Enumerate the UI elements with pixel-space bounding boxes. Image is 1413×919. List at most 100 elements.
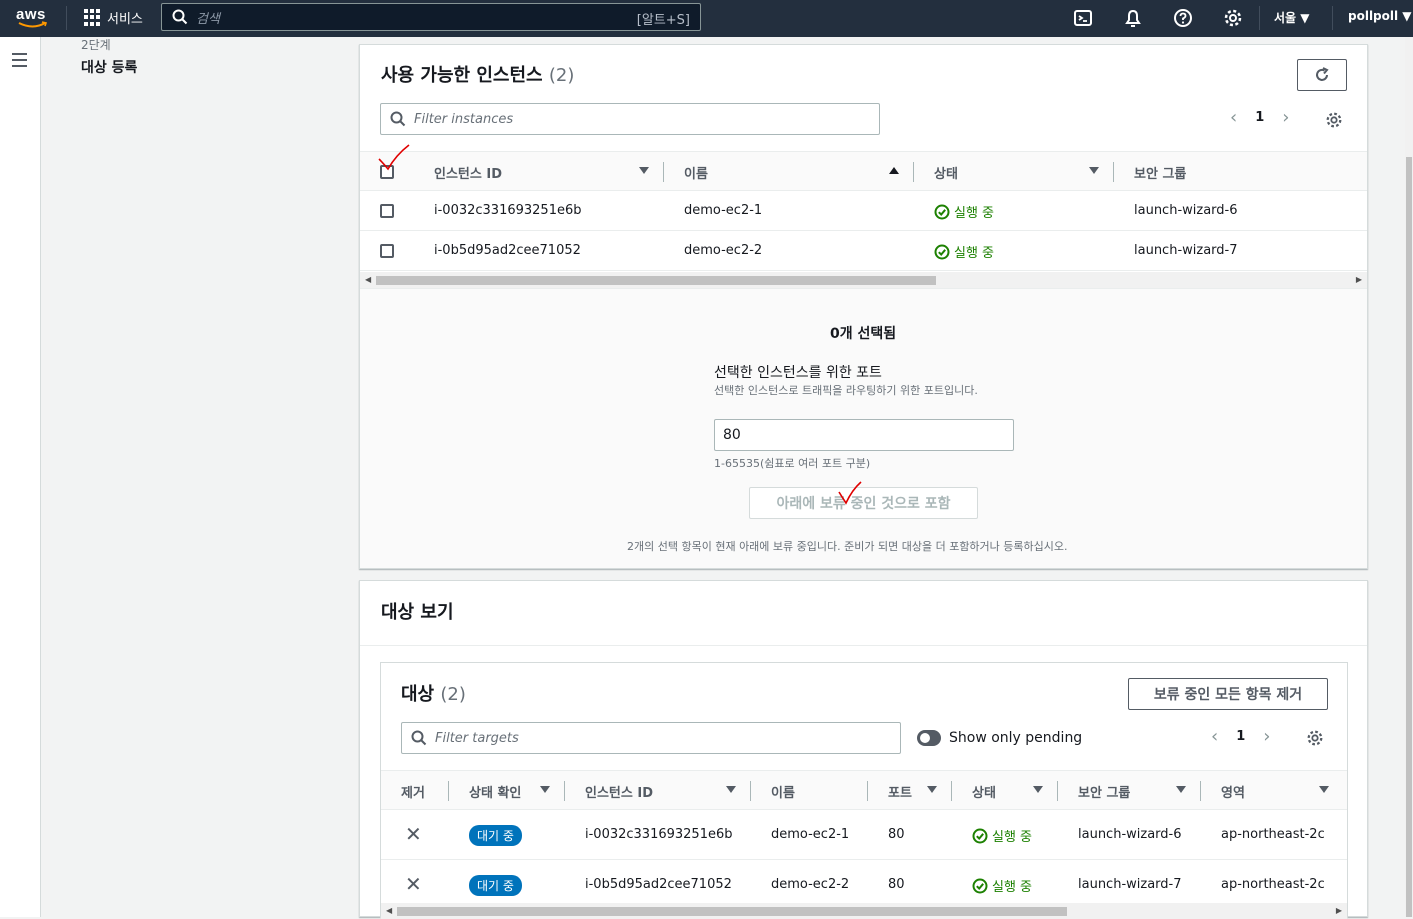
- topbar-divider: [1259, 6, 1260, 30]
- health-status-text: 대기 중: [469, 875, 522, 896]
- security-group: launch-wizard-6: [1078, 827, 1182, 842]
- table-row: ✕ 대기 중 i-0032c331693251e6b demo-ec2-1 80…: [381, 810, 1347, 860]
- hamburger-menu-icon[interactable]: [12, 53, 27, 71]
- row-checkbox[interactable]: [380, 204, 394, 218]
- services-grid-icon: [84, 9, 101, 26]
- instance-state: 실행 중: [934, 242, 994, 261]
- step-name-register-targets[interactable]: 대상 등록: [81, 57, 137, 77]
- instance-id: i-0032c331693251e6b: [585, 827, 733, 842]
- current-page[interactable]: 1: [1255, 110, 1264, 125]
- security-group: launch-wizard-6: [1134, 203, 1238, 218]
- show-only-pending-toggle[interactable]: [917, 730, 941, 746]
- column-header-health-check[interactable]: 상태 확인: [469, 782, 521, 801]
- show-only-pending-label: Show only pending: [949, 730, 1083, 746]
- state-text: 실행 중: [954, 246, 995, 261]
- column-separator: [951, 781, 952, 801]
- horizontal-scrollbar[interactable]: ◀ ▶: [360, 272, 1367, 288]
- column-header-security-group[interactable]: 보안 그룹: [1078, 782, 1130, 801]
- topbar-divider: [1332, 6, 1333, 30]
- instance-name: demo-ec2-2: [684, 243, 763, 258]
- column-header-security-group[interactable]: 보안 그룹: [1134, 163, 1186, 182]
- table-row[interactable]: i-0032c331693251e6b demo-ec2-1 실행 중 laun…: [360, 191, 1367, 231]
- instance-state: 실행 중: [972, 876, 1032, 895]
- side-navigation: [0, 37, 41, 917]
- sort-down-icon[interactable]: [1089, 167, 1099, 174]
- table-row[interactable]: i-0b5d95ad2cee71052 demo-ec2-2 실행 중 laun…: [360, 231, 1367, 271]
- selection-config-area: 0개 선택됨 선택한 인스턴스를 위한 포트 선택한 인스턴스로 트래픽을 라우…: [360, 288, 1367, 568]
- pending-note: 2개의 선택 항목이 현재 아래에 보류 중입니다. 준비가 되면 대상을 더 …: [627, 540, 1068, 553]
- column-header-state[interactable]: 상태: [972, 782, 996, 801]
- instances-pagination: ‹ 1 ›: [1230, 107, 1289, 128]
- remove-all-pending-button[interactable]: 보류 중인 모든 항목 제거: [1128, 678, 1328, 710]
- port-input[interactable]: 80: [714, 419, 1014, 451]
- scroll-right-icon[interactable]: ▶: [1336, 906, 1342, 915]
- column-header-instance-id[interactable]: 인스턴스 ID: [434, 163, 502, 182]
- column-header-name[interactable]: 이름: [684, 163, 708, 182]
- remove-target-x-icon[interactable]: ✕: [405, 822, 422, 846]
- column-separator: [913, 162, 914, 182]
- sort-up-icon[interactable]: [889, 167, 899, 174]
- column-header-state[interactable]: 상태: [934, 163, 958, 182]
- notifications-bell-icon[interactable]: [1123, 8, 1143, 28]
- settings-gear-icon[interactable]: [1223, 8, 1243, 28]
- table-preferences-gear-icon[interactable]: [1306, 729, 1324, 747]
- sort-down-icon[interactable]: [1319, 786, 1329, 793]
- column-separator: [663, 162, 664, 182]
- sort-down-icon[interactable]: [1176, 786, 1186, 793]
- filter-targets-input[interactable]: Filter targets: [401, 722, 901, 754]
- global-search-input[interactable]: 검색 [알트+S]: [161, 3, 701, 31]
- instance-name: demo-ec2-1: [684, 203, 763, 218]
- account-menu[interactable]: pollpoll ▼: [1348, 9, 1412, 23]
- column-header-zone[interactable]: 영역: [1221, 782, 1245, 801]
- instance-state: 실행 중: [934, 202, 994, 221]
- remove-target-x-icon[interactable]: ✕: [405, 872, 422, 896]
- instance-name: demo-ec2-2: [771, 877, 850, 892]
- filter-instances-input[interactable]: Filter instances: [380, 103, 880, 135]
- next-page-icon[interactable]: ›: [1263, 726, 1270, 747]
- column-header-instance-id[interactable]: 인스턴스 ID: [585, 782, 653, 801]
- sort-down-icon[interactable]: [540, 786, 550, 793]
- table-row: ✕ 대기 중 i-0b5d95ad2cee71052 demo-ec2-2 80…: [381, 860, 1347, 904]
- scroll-right-icon[interactable]: ▶: [1356, 275, 1362, 284]
- search-icon: [390, 111, 406, 127]
- health-status-badge: 대기 중: [469, 875, 522, 896]
- scroll-left-icon[interactable]: ◀: [365, 275, 371, 284]
- refresh-button[interactable]: [1297, 59, 1347, 91]
- next-page-icon[interactable]: ›: [1282, 107, 1289, 128]
- table-preferences-gear-icon[interactable]: [1325, 111, 1343, 129]
- current-page[interactable]: 1: [1236, 729, 1245, 744]
- help-icon[interactable]: [1173, 8, 1193, 28]
- check-circle-icon: [934, 244, 950, 259]
- prev-page-icon[interactable]: ‹: [1230, 107, 1237, 128]
- sort-down-icon[interactable]: [1033, 786, 1043, 793]
- search-icon: [172, 9, 188, 25]
- column-separator: [564, 781, 565, 801]
- availability-zone: ap-northeast-2c: [1221, 877, 1325, 892]
- region-selector[interactable]: 서울 ▼: [1274, 9, 1310, 26]
- filter-targets-placeholder: Filter targets: [435, 730, 519, 746]
- services-menu[interactable]: 서비스: [84, 8, 143, 27]
- page-vertical-scrollbar[interactable]: [1405, 37, 1413, 917]
- column-header-name[interactable]: 이름: [771, 782, 795, 801]
- sort-down-icon[interactable]: [927, 786, 937, 793]
- cloudshell-icon[interactable]: [1073, 8, 1093, 28]
- instance-id: i-0b5d95ad2cee71052: [434, 243, 581, 258]
- prev-page-icon[interactable]: ‹: [1211, 726, 1218, 747]
- column-separator: [750, 781, 751, 801]
- sort-down-icon[interactable]: [639, 167, 649, 174]
- scroll-left-icon[interactable]: ◀: [386, 906, 392, 915]
- state-text: 실행 중: [954, 206, 995, 221]
- scrollbar-thumb[interactable]: [1406, 157, 1412, 917]
- check-circle-icon: [972, 828, 988, 843]
- sort-down-icon[interactable]: [726, 786, 736, 793]
- column-header-port[interactable]: 포트: [888, 782, 912, 801]
- scrollbar-thumb[interactable]: [397, 907, 1067, 916]
- targets-container: 대상 (2) 보류 중인 모든 항목 제거 Filter targets Sho…: [380, 662, 1348, 919]
- scrollbar-thumb[interactable]: [376, 276, 936, 285]
- top-navigation-bar: aws 서비스 검색 [알트+S] 서울 ▼ pollpoll ▼: [0, 0, 1413, 37]
- review-targets-title: 대상 보기: [381, 602, 454, 623]
- column-header-remove: 제거: [401, 786, 425, 801]
- row-checkbox[interactable]: [380, 244, 394, 258]
- panel-divider: [360, 645, 1367, 646]
- aws-logo[interactable]: aws: [16, 4, 52, 32]
